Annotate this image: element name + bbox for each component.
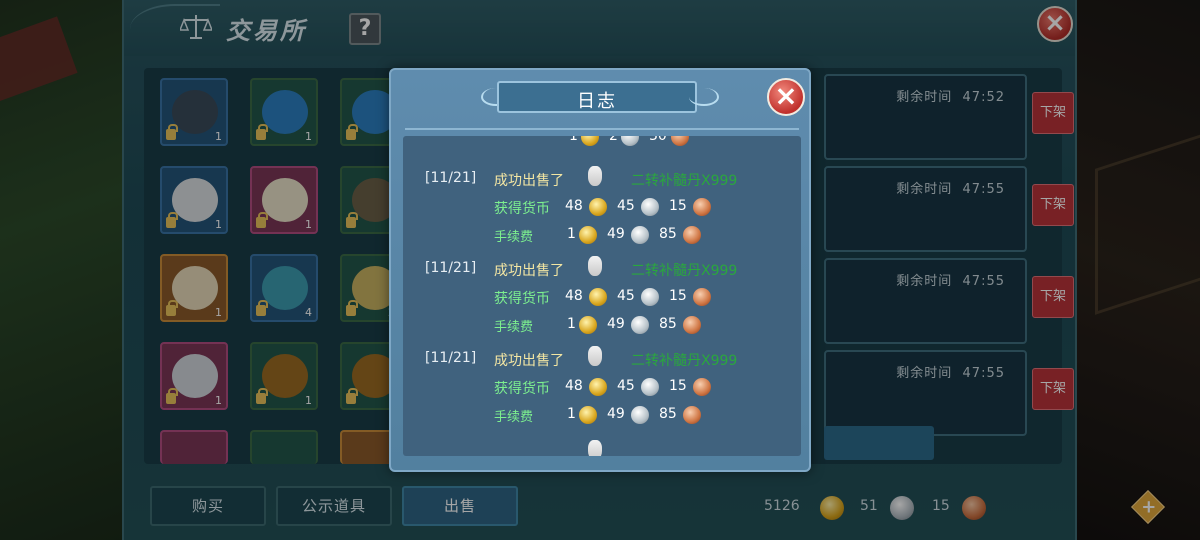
fee-copper: 85 bbox=[659, 226, 677, 242]
gold-coin-icon bbox=[589, 288, 607, 306]
log-dialog: 日志 × 1 2 30 [11/21] 成功出售了 二转补髓丹X999 获得货币 48 4… bbox=[389, 68, 811, 472]
fee-silver: 2 bbox=[609, 136, 618, 144]
earned-copper: 15 bbox=[669, 198, 687, 214]
gold-coin-icon bbox=[579, 406, 597, 424]
log-date: [11/21] bbox=[425, 350, 477, 366]
log-entry: [11/21] 成功出售了 二转补髓丹X999 获得货币 48 45 15 手续费 1 49 85 bbox=[403, 346, 801, 440]
silver-coin-icon bbox=[641, 378, 659, 396]
earned-copper: 15 bbox=[669, 378, 687, 394]
log-list[interactable]: 1 2 30 [11/21] 成功出售了 二转补髓丹X999 获得货币 48 45 15 手续… bbox=[403, 136, 801, 456]
earned-gold: 48 bbox=[565, 198, 583, 214]
fee-label: 手续费 bbox=[494, 320, 534, 335]
gold-coin-icon bbox=[579, 226, 597, 244]
log-date: [11/21] bbox=[425, 260, 477, 276]
copper-coin-icon bbox=[693, 288, 711, 306]
log-date: [11/21] bbox=[425, 170, 477, 186]
earned-gold: 48 bbox=[565, 378, 583, 394]
fee-gold: 1 bbox=[567, 406, 576, 422]
vase-icon bbox=[588, 440, 602, 456]
fee-copper: 85 bbox=[659, 316, 677, 332]
fee-silver: 49 bbox=[607, 226, 625, 242]
close-log-button[interactable]: × bbox=[767, 78, 805, 116]
vase-icon bbox=[588, 166, 602, 186]
earned-label: 获得货币 bbox=[494, 381, 550, 397]
log-action: 成功出售了 bbox=[494, 353, 564, 369]
copper-coin-icon bbox=[693, 378, 711, 396]
log-entry: [11/21] 成功出售了 二转补髓丹X999 获得货币 48 45 15 手续费 1 49 85 bbox=[403, 256, 801, 350]
log-title-bar: 日志 bbox=[497, 81, 697, 113]
fee-copper: 85 bbox=[659, 406, 677, 422]
earned-silver: 45 bbox=[617, 378, 635, 394]
vase-icon bbox=[588, 256, 602, 276]
log-title: 日志 bbox=[577, 91, 617, 112]
earned-silver: 45 bbox=[617, 288, 635, 304]
gold-coin-icon bbox=[579, 316, 597, 334]
fee-silver: 49 bbox=[607, 316, 625, 332]
log-item-name: 二转补髓丹X999 bbox=[631, 353, 738, 369]
gold-coin-icon bbox=[589, 198, 607, 216]
log-entry-partial: 1 2 30 bbox=[403, 136, 801, 148]
copper-coin-icon bbox=[683, 316, 701, 334]
earned-gold: 48 bbox=[565, 288, 583, 304]
title-ornament-right bbox=[689, 88, 719, 106]
fee-gold: 1 bbox=[569, 136, 578, 144]
copper-coin-icon bbox=[693, 198, 711, 216]
copper-coin-icon bbox=[683, 226, 701, 244]
vase-icon bbox=[588, 346, 602, 366]
fee-label: 手续费 bbox=[494, 410, 534, 425]
silver-coin-icon bbox=[641, 198, 659, 216]
fee-label: 手续费 bbox=[494, 230, 534, 245]
log-action: 成功出售了 bbox=[494, 263, 564, 279]
log-action: 成功出售了 bbox=[494, 173, 564, 189]
log-item-name: 二转补髓丹X999 bbox=[631, 173, 738, 189]
silver-coin-icon bbox=[631, 406, 649, 424]
log-item-name: 二转补髓丹X999 bbox=[631, 263, 738, 279]
silver-coin-icon bbox=[631, 226, 649, 244]
gold-coin-icon bbox=[589, 378, 607, 396]
silver-coin-icon bbox=[641, 288, 659, 306]
copper-coin-icon bbox=[671, 136, 689, 146]
log-entry-partial bbox=[403, 440, 801, 456]
earned-label: 获得货币 bbox=[494, 201, 550, 217]
earned-copper: 15 bbox=[669, 288, 687, 304]
earned-silver: 45 bbox=[617, 198, 635, 214]
fee-silver: 49 bbox=[607, 406, 625, 422]
divider bbox=[405, 128, 799, 130]
log-entry: [11/21] 成功出售了 二转补髓丹X999 获得货币 48 45 15 手续费 1 49 85 bbox=[403, 166, 801, 260]
silver-coin-icon bbox=[621, 136, 639, 146]
fee-copper: 30 bbox=[649, 136, 667, 144]
fee-gold: 1 bbox=[567, 316, 576, 332]
fee-gold: 1 bbox=[567, 226, 576, 242]
silver-coin-icon bbox=[631, 316, 649, 334]
gold-coin-icon bbox=[581, 136, 599, 146]
copper-coin-icon bbox=[683, 406, 701, 424]
earned-label: 获得货币 bbox=[494, 291, 550, 307]
